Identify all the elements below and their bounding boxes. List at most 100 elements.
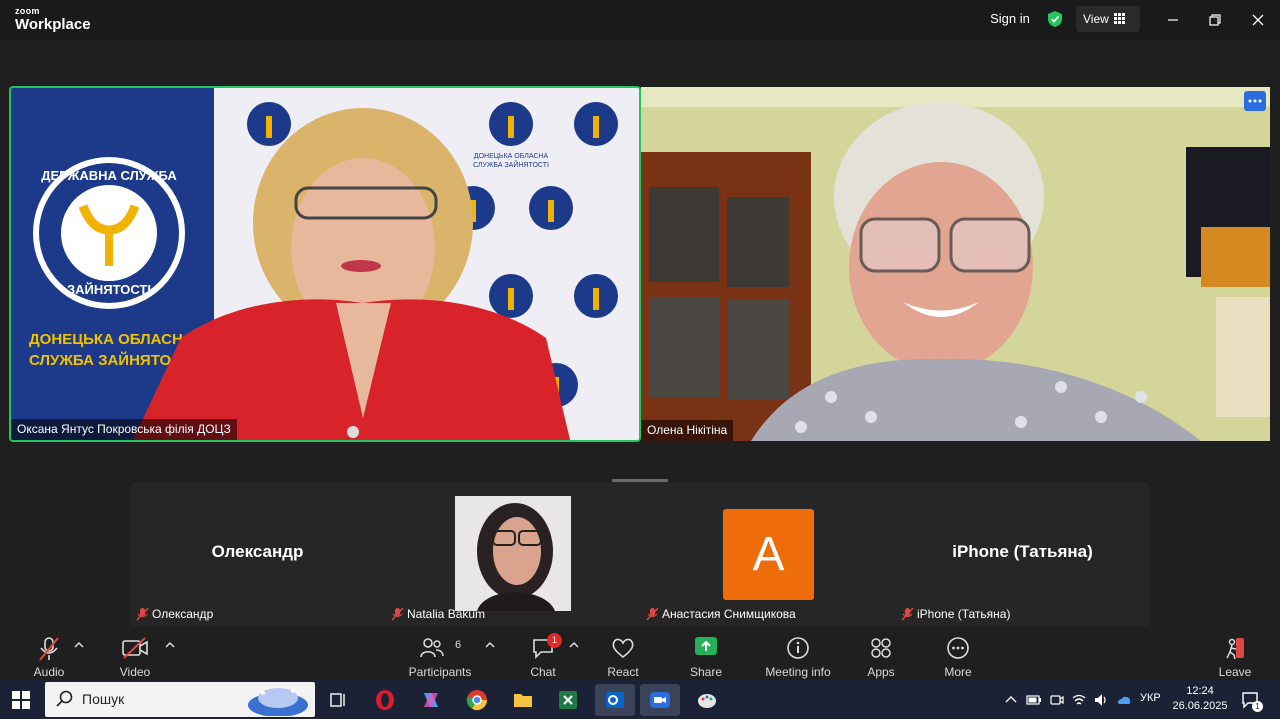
zoom-app-icon	[650, 692, 670, 708]
gallery-label: Олександр	[134, 605, 213, 623]
opera-icon	[376, 690, 394, 710]
gallery-label: iPhone (Татьяна)	[899, 605, 1010, 623]
task-view-button[interactable]	[318, 684, 358, 716]
restore-icon[interactable]	[1204, 9, 1226, 31]
backdrop-small-line-2: СЛУЖБА ЗАЙНЯТОСТІ	[473, 160, 549, 169]
video-button[interactable]: Video	[95, 632, 175, 679]
sign-in-button[interactable]: Sign in	[980, 6, 1040, 32]
gallery-display-name: Олександр	[211, 542, 304, 561]
video-tile-speaker-2[interactable]: Олена Нікітіна	[641, 87, 1270, 441]
chevron-up-icon[interactable]	[164, 640, 176, 650]
apps-icon	[871, 638, 891, 658]
share-label: Share	[689, 665, 723, 679]
paint-icon	[698, 694, 716, 708]
onedrive-icon[interactable]	[1116, 692, 1132, 708]
mic-muted-icon	[39, 637, 59, 661]
chevron-up-icon[interactable]	[484, 640, 496, 650]
taskbar-app-opera[interactable]	[365, 684, 405, 716]
participants-icon	[420, 638, 444, 658]
chat-button[interactable]: Chat	[503, 632, 583, 679]
clock[interactable]: 12:24 26.06.2025	[1170, 684, 1230, 714]
audio-button[interactable]: Audio	[9, 632, 89, 679]
clock-time: 12:24	[1186, 685, 1214, 697]
zoom-meeting-window: zoom Workplace Sign in View ДЕРЖАВНА СЛУ…	[0, 0, 1280, 719]
folder-icon	[514, 694, 532, 707]
backdrop-small-line-1: ДОНЕЦЬКА ОБЛАСНА	[474, 153, 549, 160]
taskbar-app-zoom[interactable]	[640, 684, 680, 716]
meeting-toolbar: Audio Video Participants 6 Chat 1 React …	[0, 628, 1280, 680]
leave-button[interactable]: Leave	[1195, 632, 1275, 679]
search-icon	[56, 690, 73, 707]
gallery-label-text: Анастасия Снимщикова	[662, 607, 796, 621]
search-placeholder: Пошук	[82, 691, 125, 707]
chat-label: Chat	[530, 665, 556, 679]
taskbar-app-excel[interactable]	[548, 684, 588, 716]
gallery-display-name: iPhone (Татьяна)	[952, 542, 1093, 561]
mic-muted-icon	[136, 607, 149, 621]
taskbar-app-chrome[interactable]	[457, 684, 497, 716]
video-label: Video	[119, 665, 151, 679]
more-dots-icon	[1248, 99, 1262, 103]
chevron-up-icon[interactable]	[568, 640, 580, 650]
gallery-tile-1[interactable]: Олександр Олександр	[130, 482, 385, 626]
emblem-bottom-text: ЗАЙНЯТОСТІ	[67, 282, 151, 297]
view-button[interactable]: View	[1076, 6, 1140, 32]
speaker-2-name: Олена Нікітіна	[641, 420, 734, 441]
chevron-up-icon[interactable]	[1003, 692, 1019, 708]
speaker-1-name: Оксана Янтус Покровська філія ДОЦЗ	[11, 419, 237, 440]
video-off-icon	[122, 637, 148, 659]
copilot-icon	[424, 693, 438, 707]
title-bar: zoom Workplace Sign in View	[0, 0, 1280, 40]
heart-icon	[612, 638, 634, 659]
battery-icon[interactable]	[1026, 692, 1042, 708]
zoom-workplace-logo: zoom Workplace	[15, 7, 91, 33]
gallery-label-text: Олександр	[152, 607, 214, 621]
chevron-up-icon[interactable]	[73, 640, 85, 650]
meeting-info-button[interactable]: Meeting info	[758, 632, 838, 679]
minimize-icon[interactable]	[1162, 9, 1184, 31]
taskbar-app-copilot[interactable]	[411, 684, 451, 716]
view-label: View	[1083, 12, 1109, 26]
more-label: More	[944, 665, 972, 679]
taskbar-app-explorer[interactable]	[503, 684, 543, 716]
outlook-icon	[606, 692, 624, 708]
tile-options-button[interactable]	[1244, 91, 1266, 111]
windows-start-icon[interactable]	[12, 691, 30, 709]
more-button[interactable]: More	[918, 632, 998, 679]
excel-icon	[559, 691, 577, 709]
share-button[interactable]: Share	[666, 632, 746, 679]
gallery-label-text: iPhone (Татьяна)	[917, 607, 1011, 621]
shield-check-icon[interactable]	[1046, 10, 1064, 28]
close-icon[interactable]	[1247, 9, 1269, 31]
participants-button[interactable]: Participants	[400, 632, 480, 679]
volume-icon[interactable]	[1093, 692, 1109, 708]
chat-unread-badge: 1	[547, 633, 562, 648]
natalia-video	[455, 496, 571, 611]
taskbar-app-outlook[interactable]	[595, 684, 635, 716]
wifi-icon[interactable]	[1071, 692, 1087, 708]
mic-muted-icon	[391, 607, 404, 621]
more-dots-icon	[947, 637, 969, 659]
meeting-info-label: Meeting info	[765, 665, 831, 679]
speaker-2-video	[641, 87, 1270, 441]
task-view-icon	[330, 693, 345, 707]
react-label: React	[607, 665, 639, 679]
speaker-1-video: ДЕРЖАВНА СЛУЖБА ЗАЙНЯТОСТІ ДОНЕЦЬКА ОБЛА…	[11, 88, 618, 440]
chrome-icon	[466, 690, 488, 711]
share-arrow-icon	[695, 637, 717, 655]
apps-button[interactable]: Apps	[841, 632, 921, 679]
camera-tray-icon[interactable]	[1049, 692, 1065, 708]
react-button[interactable]: React	[583, 632, 663, 679]
gallery-label: Анастасия Снимщикова	[644, 605, 796, 623]
language-indicator[interactable]: УКР	[1140, 692, 1161, 704]
gallery-tile-4[interactable]: iPhone (Татьяна) iPhone (Татьяна)	[895, 482, 1150, 626]
emblem-top-text: ДЕРЖАВНА СЛУЖБА	[41, 168, 177, 183]
leave-label: Leave	[1218, 665, 1252, 679]
windows-taskbar: Пошук УКР 12:24 26.06.2025 1	[0, 680, 1280, 719]
grid-icon	[1114, 13, 1125, 24]
taskbar-search-box[interactable]: Пошук	[45, 682, 315, 717]
video-tile-speaker-1[interactable]: ДЕРЖАВНА СЛУЖБА ЗАЙНЯТОСТІ ДОНЕЦЬКА ОБЛА…	[9, 86, 641, 442]
mic-muted-icon	[901, 607, 914, 621]
taskbar-app-paint[interactable]	[687, 684, 727, 716]
info-icon	[787, 637, 809, 659]
